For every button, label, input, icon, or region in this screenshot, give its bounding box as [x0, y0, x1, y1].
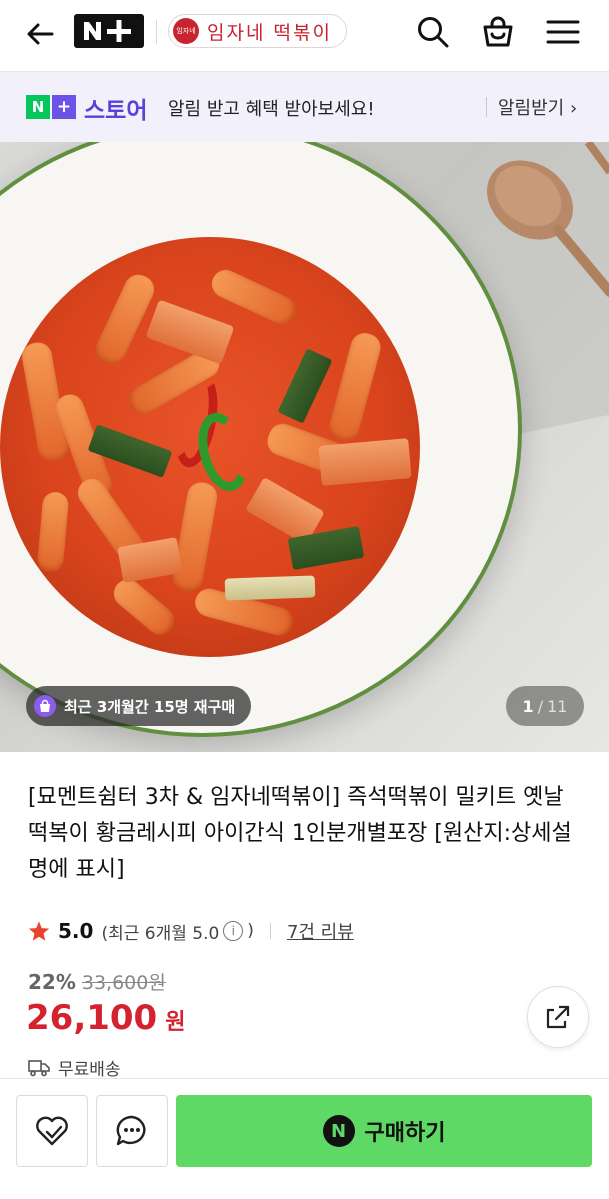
shipping-info: 무료배송 [28, 1055, 121, 1080]
nplus-store-badge: N + [26, 95, 76, 119]
image-counter: 1 / 11 [506, 686, 584, 726]
naver-pay-icon: N [322, 1115, 355, 1147]
repurchase-bag-icon [34, 695, 56, 717]
bottom-action-bar: N 구매하기 [0, 1078, 609, 1199]
buy-now-button[interactable]: N 구매하기 [176, 1095, 592, 1167]
product-page: 임자네 임자네 떡볶이 N + 스토어 알림 받고 혜택 받아보세요! 알림받기… [0, 0, 609, 1199]
menu-icon[interactable] [545, 14, 581, 50]
heart-icon [36, 1116, 68, 1146]
alert-subscribe-link[interactable]: 알림받기 › [498, 94, 577, 120]
image-counter-separator: / [537, 696, 544, 716]
truck-icon [28, 1059, 50, 1076]
sale-price-currency: 원 [165, 1010, 186, 1035]
repurchase-badge: 최근 3개월간 15명 재구매 [26, 686, 252, 726]
reviews-link[interactable]: 7건 리뷰 [287, 918, 354, 944]
star-icon [28, 921, 50, 941]
product-title: [묘멘트쉼터 3차 & 임자네떡볶이] 즉석떡볶이 밀키트 옛날 떡복이 황금레… [28, 785, 572, 882]
naver-plus-logo[interactable] [74, 14, 144, 48]
search-icon[interactable] [415, 14, 451, 50]
chat-bubble-icon [116, 1115, 146, 1146]
rating-row: 5.0 (최근 6개월 5.0 i ) 7건 리뷰 [28, 916, 354, 946]
info-icon[interactable]: i [223, 921, 244, 941]
image-counter-total: 11 [547, 696, 568, 716]
discount-row: 22% 33,600원 [28, 968, 166, 995]
banner-message: 알림 받고 혜택 받아보세요! [168, 99, 375, 120]
top-header: 임자네 임자네 떡볶이 [0, 0, 609, 72]
store-logo: 임자네 [173, 18, 199, 44]
badge-n: N [26, 95, 50, 119]
banner-store-label: 스토어 [84, 98, 148, 124]
image-counter-current: 1 [522, 696, 534, 716]
back-arrow-icon[interactable] [22, 16, 58, 52]
banner-divider [486, 97, 487, 117]
header-divider [156, 20, 157, 44]
buy-now-label: 구매하기 [364, 1121, 446, 1146]
store-chip[interactable]: 임자네 임자네 떡볶이 [168, 14, 347, 48]
store-name: 임자네 떡볶이 [207, 21, 332, 44]
rating-divider [269, 923, 271, 939]
repurchase-text: 최근 3개월간 15명 재구매 [64, 697, 236, 716]
wishlist-button[interactable] [16, 1095, 88, 1167]
recent-rating: (최근 6개월 5.0 i ) [101, 919, 254, 944]
original-price: 33,600원 [81, 972, 166, 994]
talk-button[interactable] [96, 1095, 168, 1167]
share-button[interactable] [527, 986, 589, 1048]
badge-plus: + [52, 95, 76, 119]
shopping-bag-icon[interactable] [480, 14, 516, 50]
product-image-carousel[interactable]: 최근 3개월간 15명 재구매 1 / 11 [0, 142, 609, 752]
sale-price-value: 26,100 [26, 998, 158, 1038]
naver-plus-logo-icon [84, 20, 131, 42]
discount-percent: 22% [28, 970, 76, 994]
rating-score: 5.0 [58, 919, 94, 943]
tteokbokki-dish [0, 142, 609, 752]
share-icon [546, 1005, 570, 1029]
shipping-text: 무료배송 [58, 1060, 121, 1080]
recent-rating-text: (최근 6개월 5.0 [101, 923, 220, 944]
sale-price: 26,100 원 [26, 998, 185, 1038]
recent-rating-close: ) [247, 921, 254, 941]
store-alert-banner[interactable]: N + 스토어 알림 받고 혜택 받아보세요! 알림받기 › [0, 72, 609, 142]
